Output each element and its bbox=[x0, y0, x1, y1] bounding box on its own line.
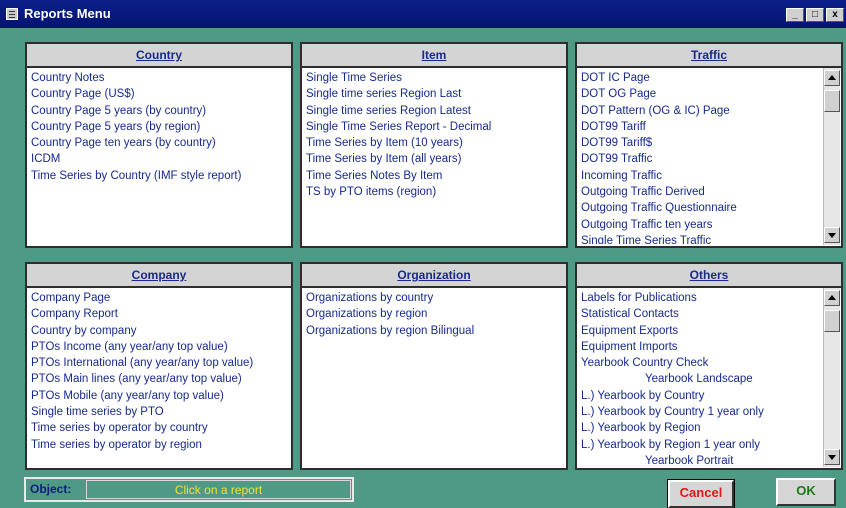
list-item[interactable]: TS by PTO items (region) bbox=[306, 184, 562, 200]
country-list[interactable]: Country Notes Country Page (US$) Country P… bbox=[31, 70, 287, 244]
company-header: Company bbox=[27, 264, 291, 288]
list-item[interactable]: PTOs Income (any year/any top value) bbox=[31, 339, 287, 355]
list-item[interactable]: Single time series by PTO bbox=[31, 404, 287, 420]
list-item[interactable]: Labels for Publications bbox=[581, 290, 819, 306]
list-item[interactable]: Outgoing Traffic Derived bbox=[581, 184, 819, 200]
company-panel: Company Company Page Company Report Countr… bbox=[25, 262, 293, 470]
list-item[interactable]: DOT99 Tariff bbox=[581, 119, 819, 135]
others-list[interactable]: Labels for Publications Statistical Conta… bbox=[581, 290, 819, 466]
reports-menu-window: Reports Menu _ □ x Country Country Notes… bbox=[0, 0, 846, 508]
list-item[interactable]: Organizations by region Bilingual bbox=[306, 323, 562, 339]
list-item[interactable]: Country Notes bbox=[31, 70, 287, 86]
list-item[interactable]: PTOs Mobile (any year/any top value) bbox=[31, 388, 287, 404]
list-item[interactable]: Single Time Series Report - Decimal bbox=[306, 119, 562, 135]
list-item[interactable]: Time series by operator by country bbox=[31, 420, 287, 436]
traffic-header: Traffic bbox=[577, 44, 841, 68]
country-panel: Country Country Notes Country Page (US$) C… bbox=[25, 42, 293, 248]
list-item[interactable]: L.) Yearbook by Region 1 year only bbox=[581, 437, 819, 453]
scroll-up-icon[interactable] bbox=[824, 70, 840, 86]
list-item[interactable]: Country Page 5 years (by region) bbox=[31, 119, 287, 135]
list-item[interactable]: Country Page 5 years (by country) bbox=[31, 103, 287, 119]
list-item[interactable]: Yearbook Country Check bbox=[581, 355, 819, 371]
list-item[interactable]: Country Page ten years (by country) bbox=[31, 135, 287, 151]
cancel-button[interactable]: Cancel bbox=[667, 479, 735, 508]
traffic-scrollbar[interactable] bbox=[823, 68, 840, 245]
title-bar[interactable]: Reports Menu _ □ x bbox=[0, 0, 846, 28]
list-item[interactable]: Equipment Exports bbox=[581, 323, 819, 339]
object-label: Object: bbox=[30, 482, 72, 496]
maximize-button[interactable]: □ bbox=[806, 8, 824, 22]
list-item[interactable]: Time Series by Item (all years) bbox=[306, 151, 562, 167]
list-item[interactable]: Statistical Contacts bbox=[581, 306, 819, 322]
item-list[interactable]: Single Time Series Single time series Reg… bbox=[306, 70, 562, 244]
others-panel: Others Labels for Publications Statistica… bbox=[575, 262, 843, 470]
list-item[interactable]: Single Time Series bbox=[306, 70, 562, 86]
scroll-thumb[interactable] bbox=[824, 90, 840, 112]
company-list[interactable]: Company Page Company Report Country by com… bbox=[31, 290, 287, 466]
list-item[interactable]: Single time series Region Latest bbox=[306, 103, 562, 119]
list-item[interactable]: PTOs International (any year/any top val… bbox=[31, 355, 287, 371]
list-item[interactable]: Organizations by region bbox=[306, 306, 562, 322]
list-item[interactable]: PTOs Main lines (any year/any top value) bbox=[31, 371, 287, 387]
scroll-thumb[interactable] bbox=[824, 310, 840, 332]
list-item[interactable]: Country Page (US$) bbox=[31, 86, 287, 102]
app-menu-icon[interactable] bbox=[6, 8, 18, 20]
list-item[interactable]: Company Page bbox=[31, 290, 287, 306]
list-item[interactable]: Single time series Region Last bbox=[306, 86, 562, 102]
list-item[interactable]: Time Series by Item (10 years) bbox=[306, 135, 562, 151]
close-button[interactable]: x bbox=[826, 8, 844, 22]
list-item[interactable]: Time Series Notes By Item bbox=[306, 168, 562, 184]
list-item[interactable]: Outgoing Traffic Questionnaire bbox=[581, 200, 819, 216]
organization-panel: Organization Organizations by country Org… bbox=[300, 262, 568, 470]
list-item[interactable]: Time Series by Country (IMF style report… bbox=[31, 168, 287, 184]
list-item[interactable]: Outgoing Traffic ten years bbox=[581, 217, 819, 233]
object-status: Object: Click on a report bbox=[24, 477, 354, 502]
item-panel: Item Single Time Series Single time serie… bbox=[300, 42, 568, 248]
list-item[interactable]: DOT99 Tariff$ bbox=[581, 135, 819, 151]
list-item[interactable]: DOT OG Page bbox=[581, 86, 819, 102]
ok-button[interactable]: OK bbox=[776, 478, 836, 506]
others-header: Others bbox=[577, 264, 841, 288]
object-field: Click on a report bbox=[86, 480, 351, 499]
list-item[interactable]: Yearbook Portrait bbox=[581, 453, 819, 466]
scroll-down-icon[interactable] bbox=[824, 227, 840, 243]
organization-header: Organization bbox=[302, 264, 566, 288]
list-item[interactable]: Single Time Series Traffic bbox=[581, 233, 819, 244]
list-item[interactable]: L.) Yearbook by Country 1 year only bbox=[581, 404, 819, 420]
scroll-up-icon[interactable] bbox=[824, 290, 840, 306]
others-scrollbar[interactable] bbox=[823, 288, 840, 467]
list-item[interactable]: DOT IC Page bbox=[581, 70, 819, 86]
traffic-panel: Traffic DOT IC Page DOT OG Page DOT Patter… bbox=[575, 42, 843, 248]
country-header: Country bbox=[27, 44, 291, 68]
window-title: Reports Menu bbox=[24, 6, 111, 21]
list-item[interactable]: Yearbook Landscape bbox=[581, 371, 819, 387]
scroll-down-icon[interactable] bbox=[824, 449, 840, 465]
list-item[interactable]: Company Report bbox=[31, 306, 287, 322]
minimize-button[interactable]: _ bbox=[786, 8, 804, 22]
list-item[interactable]: Country by company bbox=[31, 323, 287, 339]
list-item[interactable]: Equipment Imports bbox=[581, 339, 819, 355]
list-item[interactable]: Organizations by country bbox=[306, 290, 562, 306]
item-header: Item bbox=[302, 44, 566, 68]
list-item[interactable]: ICDM bbox=[31, 151, 287, 167]
list-item[interactable]: L.) Yearbook by Region bbox=[581, 420, 819, 436]
traffic-list[interactable]: DOT IC Page DOT OG Page DOT Pattern (OG & … bbox=[581, 70, 819, 244]
list-item[interactable]: DOT99 Traffic bbox=[581, 151, 819, 167]
list-item[interactable]: L.) Yearbook by Country bbox=[581, 388, 819, 404]
list-item[interactable]: Incoming Traffic bbox=[581, 168, 819, 184]
list-item[interactable]: Time series by operator by region bbox=[31, 437, 287, 453]
list-item[interactable]: DOT Pattern (OG & IC) Page bbox=[581, 103, 819, 119]
organization-list[interactable]: Organizations by country Organizations by… bbox=[306, 290, 562, 466]
